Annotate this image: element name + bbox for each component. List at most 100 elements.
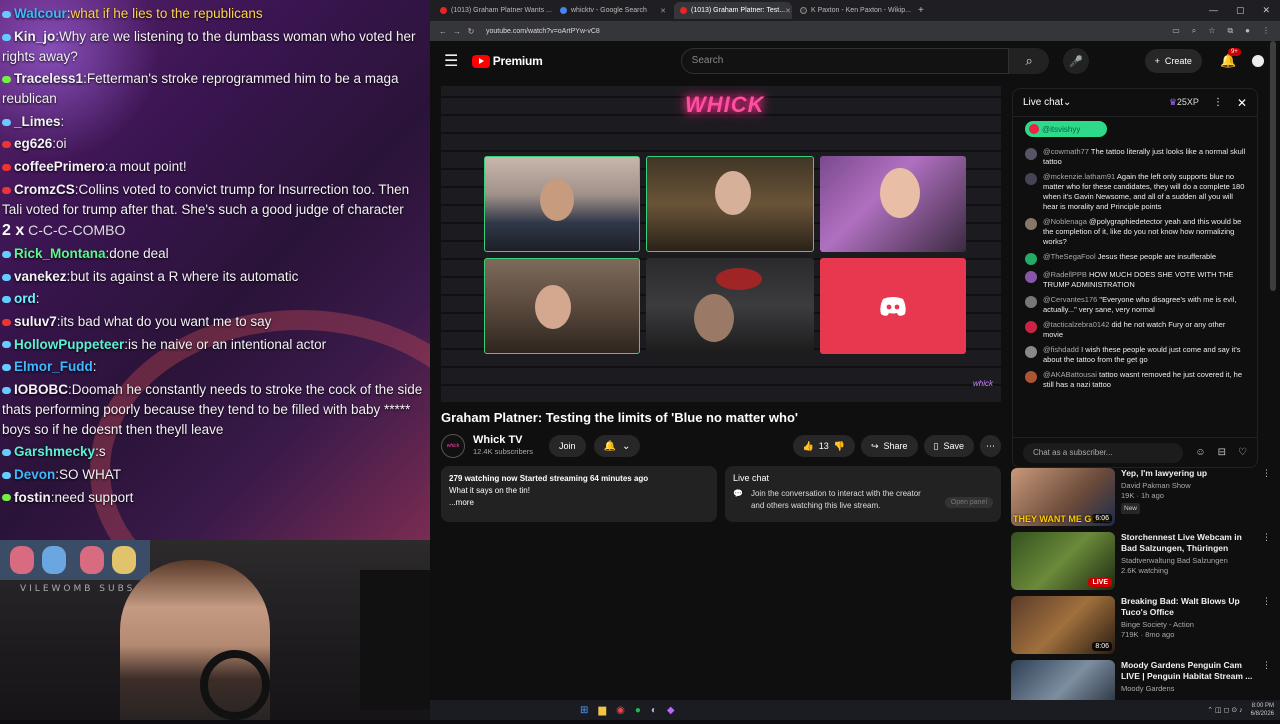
- extensions-icon[interactable]: ⧉: [1227, 26, 1233, 36]
- more-options-icon[interactable]: ⋮: [1262, 596, 1271, 656]
- browser-tab[interactable]: whicktv - Google Search ✕: [554, 2, 672, 19]
- more-actions-button[interactable]: ⋯: [980, 435, 1001, 457]
- hamburger-menu-icon[interactable]: ☰: [444, 51, 472, 71]
- cast-icon[interactable]: ▭: [1172, 26, 1180, 36]
- maximize-icon[interactable]: ▢: [1236, 5, 1245, 16]
- chrome-icon[interactable]: ◉: [616, 705, 625, 716]
- steam-icon[interactable]: ◐: [651, 705, 657, 716]
- avatar[interactable]: [1025, 173, 1037, 185]
- avatar[interactable]: [1250, 53, 1266, 69]
- heart-icon[interactable]: ♡: [1238, 447, 1247, 458]
- browser-tab[interactable]: K Paxton - Ken Paxton - Wikip...✕: [794, 2, 912, 19]
- live-chat-title[interactable]: Live chat: [1023, 97, 1063, 108]
- voice-search-icon[interactable]: 🎤: [1063, 48, 1089, 74]
- related-title[interactable]: Moody Gardens Penguin Cam LIVE | Penguin…: [1121, 660, 1256, 682]
- avatar[interactable]: [1025, 271, 1037, 283]
- chat-input[interactable]: Chat as a subscriber...: [1023, 443, 1183, 463]
- related-title[interactable]: Storchennest Live Webcam in Bad Salzunge…: [1121, 532, 1256, 554]
- description-box[interactable]: 279 watching now Started streaming 64 mi…: [441, 466, 717, 522]
- channel-avatar[interactable]: whick: [441, 434, 465, 458]
- emoji-icon[interactable]: ☺: [1195, 447, 1205, 458]
- clock[interactable]: 8:00 PM6/8/2026: [1251, 702, 1274, 718]
- video-player[interactable]: WHICK whick: [441, 86, 1001, 402]
- url-field[interactable]: youtube.com/watch?v=oArtPYw-vC8: [486, 28, 1172, 35]
- join-button[interactable]: Join: [549, 435, 586, 457]
- avatar[interactable]: [1025, 321, 1037, 333]
- avatar[interactable]: [1025, 148, 1037, 160]
- share-button[interactable]: ↪Share: [861, 435, 918, 457]
- video-thumbnail[interactable]: 8:06: [1011, 596, 1115, 654]
- related-video[interactable]: 8:06 Breaking Bad: Walt Blows Up Tuco's O…: [1011, 596, 1271, 656]
- like-button[interactable]: 👍13👎: [793, 435, 855, 457]
- minimize-icon[interactable]: —: [1209, 5, 1218, 16]
- profile-icon[interactable]: ●: [1245, 26, 1250, 36]
- avatar[interactable]: [1025, 253, 1037, 265]
- chat-author[interactable]: @AKABattousai: [1043, 370, 1097, 379]
- folder-icon[interactable]: ▆: [598, 705, 606, 716]
- super-chat-icon[interactable]: ⊟: [1218, 447, 1226, 458]
- more-options-icon[interactable]: ⋮: [1262, 468, 1271, 528]
- pinned-user[interactable]: @itsvishyy: [1025, 121, 1107, 137]
- menu-icon[interactable]: ⋮: [1262, 26, 1270, 36]
- create-label: Create: [1165, 56, 1192, 66]
- avatar[interactable]: [1025, 296, 1037, 308]
- avatar[interactable]: [1025, 371, 1037, 383]
- avatar[interactable]: [1025, 218, 1037, 230]
- browser-tab[interactable]: (1013) Graham Platner Wants ...✕: [434, 2, 552, 19]
- chat-author[interactable]: @Noblenaga: [1043, 217, 1087, 226]
- chat-author[interactable]: @TheSegaFool: [1043, 252, 1096, 261]
- bookmark-star-icon[interactable]: ☆: [1208, 26, 1215, 36]
- search-input[interactable]: Search: [681, 48, 1010, 74]
- save-button[interactable]: ▯Save: [924, 435, 974, 457]
- chat-menu-icon[interactable]: ⋮: [1213, 97, 1223, 108]
- xp-badge[interactable]: ♛25XP: [1169, 97, 1199, 108]
- back-icon[interactable]: ←: [436, 27, 450, 36]
- thumbs-down-icon[interactable]: 👎: [834, 441, 845, 452]
- subscribe-bell-button[interactable]: 🔔⌄: [594, 435, 641, 457]
- page-scrollbar[interactable]: [1270, 41, 1276, 291]
- reload-icon[interactable]: ↻: [464, 27, 478, 36]
- browser-tab-active[interactable]: (1013) Graham Platner: Test...✕: [674, 2, 792, 19]
- related-channel[interactable]: Binge Society - Action: [1121, 620, 1256, 630]
- chat-author[interactable]: @cowmath77: [1043, 147, 1089, 156]
- live-chat-panel: Live chat⌄ ♛25XP ⋮ ✕ @itsvishyy @cowmath…: [1012, 88, 1258, 468]
- more-link[interactable]: ...more: [449, 497, 709, 509]
- related-channel[interactable]: Stadtverwaltung Bad Salzungen: [1121, 556, 1256, 566]
- notifications-bell-icon[interactable]: 🔔9+: [1220, 53, 1236, 69]
- more-options-icon[interactable]: ⋮: [1262, 532, 1271, 592]
- obs-icon[interactable]: ◆: [667, 705, 675, 716]
- close-icon[interactable]: ✕: [911, 7, 912, 15]
- close-icon[interactable]: ✕: [660, 7, 666, 15]
- spotify-icon[interactable]: ●: [635, 705, 641, 716]
- close-chat-icon[interactable]: ✕: [1237, 96, 1247, 110]
- tray-icons[interactable]: ⌃ ◫ ◻ ⊙ ♪: [1207, 706, 1242, 714]
- open-panel-button[interactable]: Open panel: [945, 497, 993, 508]
- forward-icon[interactable]: →: [450, 27, 464, 36]
- youtube-logo[interactable]: Premium: [472, 54, 543, 68]
- chevron-down-icon[interactable]: ⌄: [1063, 97, 1071, 108]
- related-video[interactable]: LIVE Storchennest Live Webcam in Bad Salz…: [1011, 532, 1271, 592]
- avatar[interactable]: [1025, 346, 1037, 358]
- close-window-icon[interactable]: ✕: [1262, 5, 1270, 16]
- start-icon[interactable]: ⊞: [580, 705, 588, 716]
- create-button[interactable]: +Create: [1145, 49, 1202, 73]
- chat-message: @tacticalzebra0142 did he not watch Fury…: [1025, 320, 1247, 340]
- chat-author[interactable]: @tacticalzebra0142: [1043, 320, 1109, 329]
- chat-author[interactable]: @mckenzie.latham91: [1043, 172, 1115, 181]
- related-video[interactable]: THEY WANT ME GONE6:06 Yep, I'm lawyering …: [1011, 468, 1271, 528]
- tab-label: whicktv - Google Search: [571, 7, 647, 14]
- chat-author[interactable]: @Cervantes176: [1043, 295, 1097, 304]
- video-thumbnail[interactable]: THEY WANT ME GONE6:06: [1011, 468, 1115, 526]
- related-title[interactable]: Breaking Bad: Walt Blows Up Tuco's Offic…: [1121, 596, 1256, 618]
- close-icon[interactable]: ✕: [785, 7, 791, 15]
- search-icon[interactable]: ⌕: [1009, 48, 1049, 74]
- related-channel[interactable]: Moody Gardens: [1121, 684, 1256, 694]
- zoom-icon[interactable]: ⌕: [1192, 26, 1196, 36]
- related-channel[interactable]: David Pakman Show: [1121, 481, 1256, 491]
- chat-author[interactable]: @fishdadd: [1043, 345, 1079, 354]
- new-tab-icon[interactable]: +: [918, 5, 924, 16]
- channel-name[interactable]: Whick TV: [473, 434, 533, 446]
- chat-author[interactable]: @RadellPPB: [1043, 270, 1087, 279]
- video-thumbnail[interactable]: LIVE: [1011, 532, 1115, 590]
- related-title[interactable]: Yep, I'm lawyering up: [1121, 468, 1256, 479]
